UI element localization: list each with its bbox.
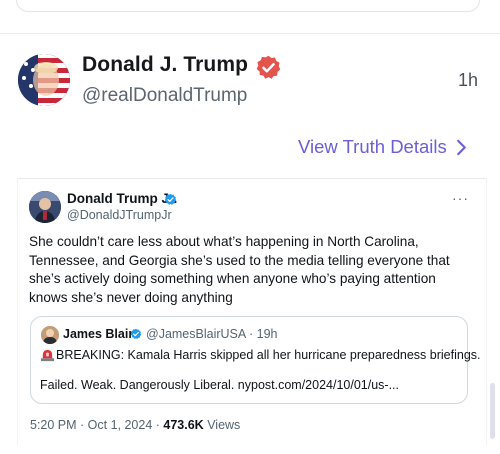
tweet-author-name: Donald Trump Jr.	[67, 191, 178, 206]
quoted-text-line: Failed. Weak. Dangerously Liberal. nypos…	[40, 378, 399, 392]
previous-post-card	[16, 0, 480, 12]
quoted-verified-icon	[130, 328, 142, 340]
tweet-body: She couldn’t care less about what’s happ…	[29, 233, 469, 307]
more-options-icon: ···	[452, 190, 469, 206]
tweet-author-avatar	[29, 191, 61, 223]
tweet-body-line: Tennessee, and Georgia she’s used to the…	[29, 252, 450, 268]
quoted-handle-time: @JamesBlairUSA · 19h	[146, 327, 278, 341]
tweet-body-line: she’s actively doing something when anyo…	[29, 271, 436, 287]
author-handle[interactable]: @realDonaldTrump	[82, 85, 247, 107]
quoted-author-avatar	[41, 326, 59, 344]
tweet-author-handle: @DonaldJTrumpJr	[67, 208, 172, 222]
view-truth-details-label: View Truth Details	[298, 136, 447, 157]
quoted-author-name: James Blair	[63, 327, 134, 341]
scrollbar-thumb[interactable]	[490, 383, 495, 439]
author-avatar[interactable]	[18, 54, 70, 106]
quoted-text-line: BREAKING: Kamala Harris skipped all her …	[56, 348, 481, 362]
tweet-meta: 5:20 PM · Oct 1, 2024 · 473.6K Views	[30, 418, 240, 432]
tweet-body-line: She couldn’t care less about what’s happ…	[29, 234, 419, 249]
verified-badge-icon	[255, 54, 282, 81]
tweet-views-count: 473.6K	[163, 418, 204, 432]
post-timestamp: 1h	[457, 70, 478, 90]
siren-emoji-icon	[40, 347, 55, 362]
author-name[interactable]: Donald J. Trump	[82, 53, 248, 77]
chevron-right-icon	[456, 139, 466, 155]
tweet-datetime: 5:20 PM · Oct 1, 2024 ·	[30, 418, 164, 432]
view-truth-details-link[interactable]: View Truth Details	[298, 136, 467, 158]
tweet-verified-icon	[164, 193, 177, 206]
post-divider	[0, 33, 500, 34]
tweet-body-line: knows she’s never doing anything	[29, 289, 233, 305]
tweet-views-label: Views	[203, 418, 241, 432]
